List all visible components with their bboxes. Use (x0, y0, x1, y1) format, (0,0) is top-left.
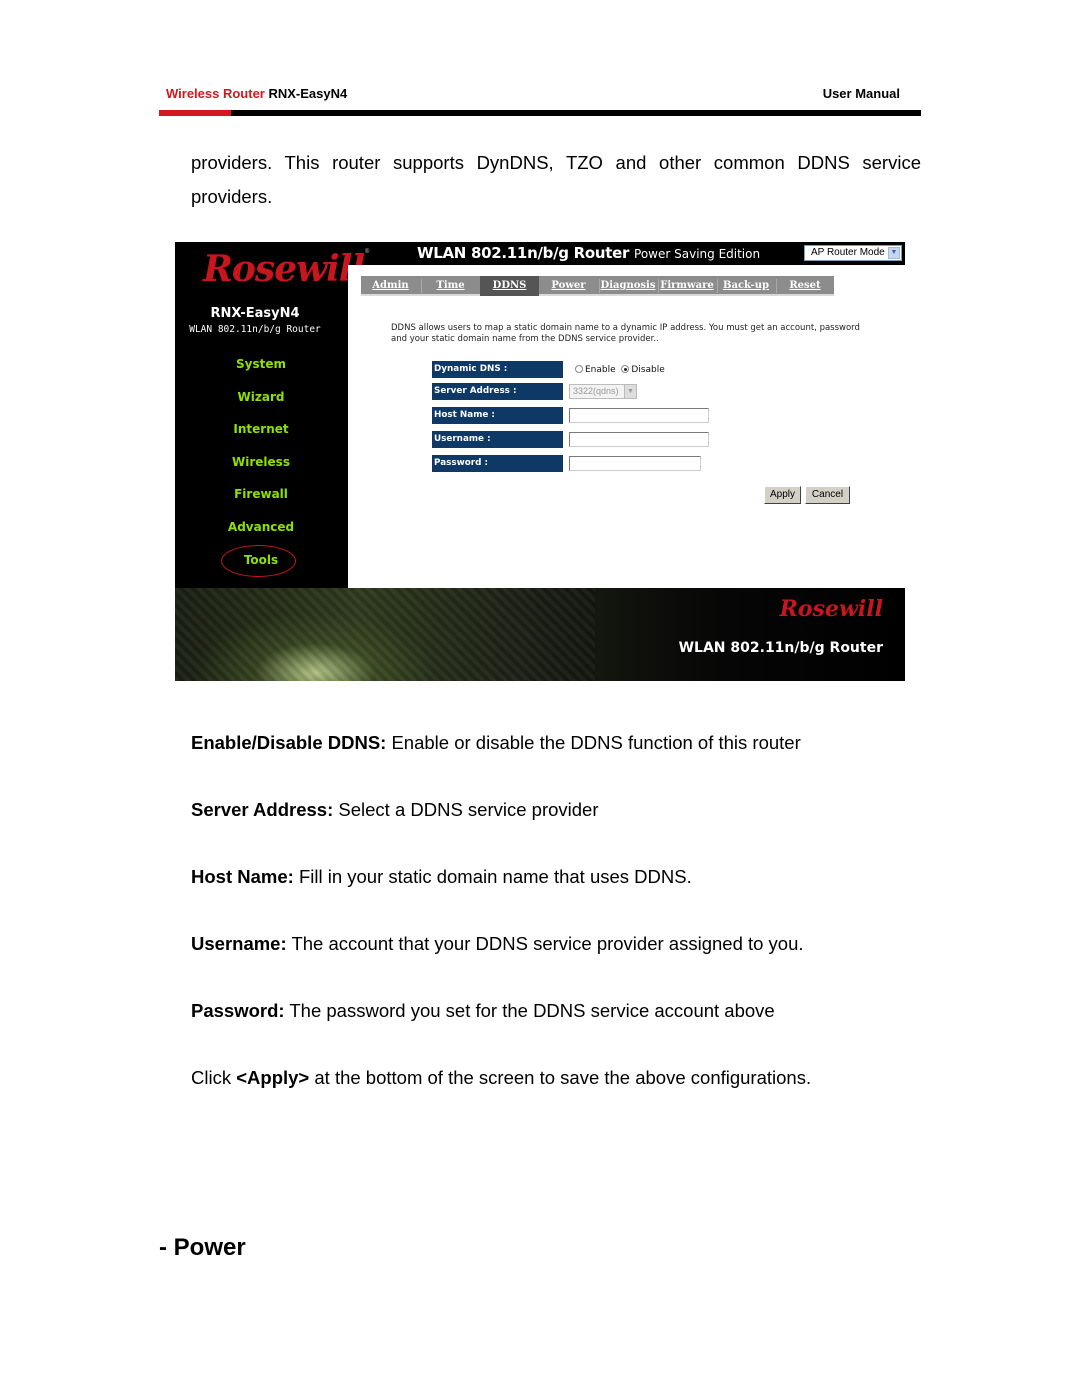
header-product-name: Wireless Router (166, 86, 265, 101)
model-name: RNX-EasyN4 (210, 306, 300, 321)
disable-radio[interactable] (621, 365, 630, 373)
content-panel: Admin Time DDNS Power Diagnosis Firmware… (348, 265, 905, 588)
tab-backup[interactable]: Back-up (717, 276, 775, 296)
rosewill-logo: Rosewill® (203, 248, 370, 290)
click-post: at the bottom of the screen to save the … (309, 1067, 812, 1088)
sidebar-item-advanced[interactable]: Advanced (175, 517, 347, 537)
sidebar-item-firewall[interactable]: Firewall (175, 484, 347, 504)
footer-banner: Rosewill WLAN 802.11n/b/g Router (175, 588, 905, 681)
tab-reset[interactable]: Reset (776, 276, 834, 296)
server-address-value: 3322(qdns) (573, 386, 619, 396)
desc-enable-disable: Enable/Disable DDNS: Enable or disable t… (191, 732, 801, 754)
desc-text: Select a DDNS service provider (333, 799, 599, 820)
header-manual-label: User Manual (822, 86, 900, 101)
router-title-sub: Power Saving Edition (634, 247, 761, 261)
click-apply-instruction: Click <Apply> at the bottom of the scree… (191, 1067, 811, 1089)
banner-pattern (175, 588, 595, 681)
server-address-select[interactable]: 3322(qdns) ▼ (569, 384, 637, 399)
server-address-label: Server Address : (432, 383, 563, 400)
chevron-down-icon[interactable]: ▼ (624, 385, 636, 398)
tab-admin[interactable]: Admin (361, 276, 420, 296)
desc-term: Host Name: (191, 866, 294, 887)
tab-time[interactable]: Time (421, 276, 480, 296)
disable-radio-label: Disable (631, 365, 665, 375)
router-screenshot: WLAN 802.11n/b/g Router Power Saving Edi… (175, 242, 905, 681)
tab-bar: Admin Time DDNS Power Diagnosis Firmware… (361, 276, 834, 296)
sidebar-item-wizard[interactable]: Wizard (175, 387, 347, 407)
tab-diagnosis[interactable]: Diagnosis (599, 276, 657, 296)
desc-password: Password: The password you set for the D… (191, 1000, 775, 1022)
desc-term: Enable/Disable DDNS: (191, 732, 387, 753)
username-label: Username : (432, 431, 563, 448)
host-name-input[interactable] (569, 408, 709, 423)
desc-term: Username: (191, 933, 287, 954)
cancel-button[interactable]: Cancel (805, 486, 850, 504)
section-title-power: - Power (159, 1234, 246, 1261)
desc-term: Server Address: (191, 799, 334, 820)
desc-text: The account that your DDNS service provi… (286, 933, 804, 954)
chevron-down-icon[interactable]: ▼ (888, 247, 900, 259)
desc-text: The password you set for the DDNS servic… (284, 1000, 775, 1021)
click-apply-term: <Apply> (236, 1067, 310, 1088)
enable-radio[interactable] (575, 365, 583, 373)
sidebar-item-internet[interactable]: Internet (175, 419, 347, 439)
click-pre: Click (191, 1067, 237, 1088)
dynamic-dns-label: Dynamic DNS : (432, 361, 563, 378)
tab-firmware[interactable]: Firmware (658, 276, 716, 296)
banner-text: WLAN 802.11n/b/g Router (678, 640, 883, 656)
mode-select[interactable]: AP Router Mode ▼ (804, 245, 902, 261)
apply-button[interactable]: Apply (764, 486, 801, 504)
password-input[interactable] (569, 456, 701, 471)
router-title-main: WLAN 802.11n/b/g Router (417, 244, 630, 262)
header-product: Wireless Router RNX-EasyN4 (166, 86, 347, 101)
host-name-label: Host Name : (432, 407, 563, 424)
model-subtitle: WLAN 802.11n/b/g Router (189, 324, 321, 335)
header-rule (159, 110, 921, 116)
header-model: RNX-EasyN4 (268, 86, 348, 101)
enable-radio-label: Enable (585, 365, 616, 375)
logo-text: Rosewill (203, 248, 365, 290)
desc-text: Fill in your static domain name that use… (293, 866, 692, 887)
page-header: Wireless Router RNX-EasyN4 User Manual (160, 84, 920, 104)
banner-logo: Rosewill (779, 596, 883, 622)
tab-power[interactable]: Power (539, 276, 598, 296)
ddns-description: DDNS allows users to map a static domain… (391, 323, 860, 344)
intro-paragraph: providers. This router supports DynDNS, … (191, 152, 921, 207)
desc-term: Password: (191, 1000, 285, 1021)
desc-host-name: Host Name: Fill in your static domain na… (191, 866, 692, 888)
header-rule-accent (159, 110, 231, 116)
desc-text: Enable or disable the DDNS function of t… (386, 732, 801, 753)
sidebar-item-wireless[interactable]: Wireless (175, 452, 347, 472)
sidebar-item-system[interactable]: System (175, 354, 347, 374)
dynamic-dns-radio-group: Enable Disable (575, 365, 665, 375)
mode-select-value: AP Router Mode (811, 247, 885, 258)
router-title: WLAN 802.11n/b/g Router Power Saving Edi… (417, 242, 760, 266)
username-input[interactable] (569, 432, 709, 447)
desc-username: Username: The account that your DDNS ser… (191, 933, 804, 955)
password-label: Password : (432, 455, 563, 472)
tab-ddns[interactable]: DDNS (480, 276, 539, 296)
sidebar-item-tools[interactable]: Tools (175, 545, 347, 577)
desc-server-address: Server Address: Select a DDNS service pr… (191, 799, 599, 821)
